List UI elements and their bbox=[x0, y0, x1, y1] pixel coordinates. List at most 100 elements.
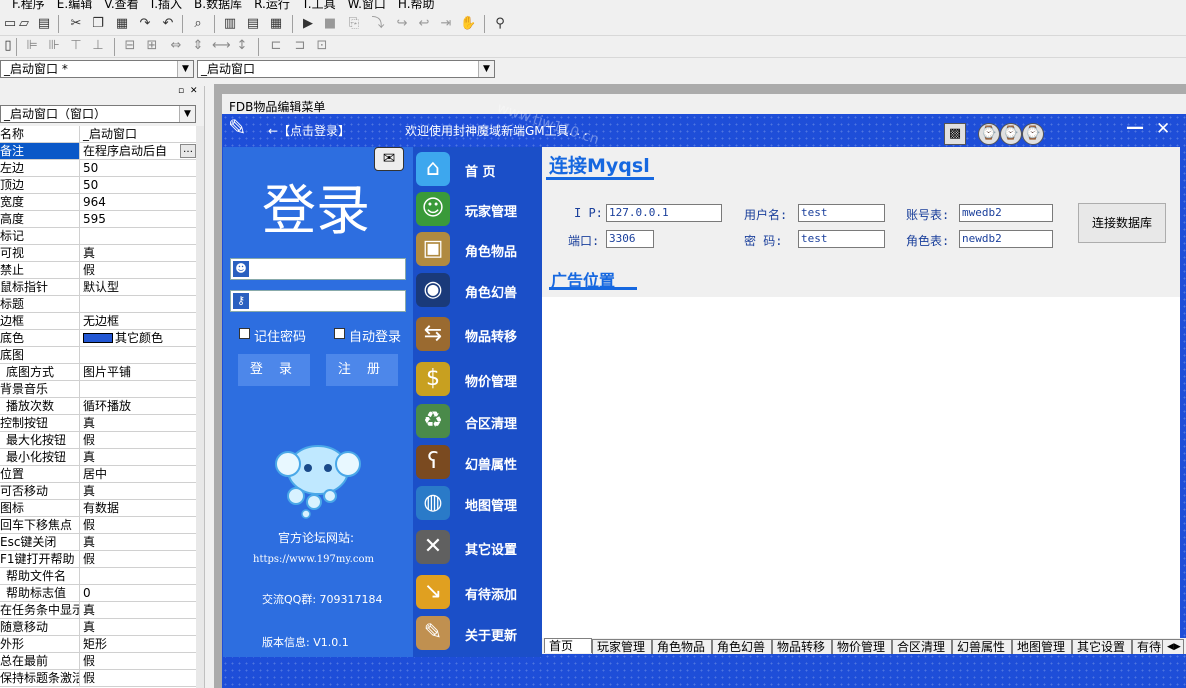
property-row[interactable]: 图标 有数据 bbox=[0, 500, 196, 517]
align-left-icon[interactable]: ⊫ bbox=[24, 38, 40, 54]
pin-icon[interactable]: ▫ bbox=[178, 86, 184, 96]
property-scrollbar[interactable] bbox=[196, 126, 204, 688]
property-row[interactable]: 底色 其它颜色 bbox=[0, 330, 196, 347]
username-input[interactable] bbox=[230, 258, 406, 280]
property-row[interactable]: 保持标题条激活假 bbox=[0, 670, 196, 687]
same-width-icon[interactable]: ⇔ bbox=[168, 38, 184, 54]
step-out-icon[interactable]: ↩ bbox=[416, 16, 432, 32]
property-row[interactable]: 名称 _启动窗口 bbox=[0, 126, 196, 143]
register-button[interactable]: 注 册 bbox=[326, 354, 398, 386]
ip-input[interactable]: 127.0.0.1 bbox=[606, 204, 722, 222]
property-row[interactable]: 随意移动真 bbox=[0, 619, 196, 636]
redo-icon[interactable]: ↷ bbox=[137, 16, 153, 32]
remember-password-checkbox[interactable] bbox=[239, 328, 250, 339]
property-row[interactable]: 禁止假 bbox=[0, 262, 196, 279]
account-table-input[interactable]: mwedb2 bbox=[959, 204, 1053, 222]
tab[interactable]: 角色幻兽 bbox=[712, 639, 772, 654]
property-row[interactable]: 可否移动真 bbox=[0, 483, 196, 500]
property-value[interactable]: 图片平铺 bbox=[80, 364, 196, 380]
property-row[interactable]: 最小化按钮真 bbox=[0, 449, 196, 466]
db-username-input[interactable]: test bbox=[798, 204, 885, 222]
property-value[interactable]: 假 bbox=[80, 670, 196, 686]
property-row[interactable]: 播放次数 循环播放 bbox=[0, 398, 196, 415]
menu-item[interactable]: T.工具 bbox=[302, 0, 336, 10]
nav-item[interactable]: ▣ 角色物品 bbox=[413, 230, 542, 270]
save-icon[interactable]: ▤ bbox=[36, 16, 52, 32]
property-row[interactable]: F1键打开帮助假 bbox=[0, 551, 196, 568]
property-row[interactable]: 背景音乐 bbox=[0, 381, 196, 398]
skin-button[interactable]: ▩ bbox=[944, 123, 966, 145]
property-value[interactable] bbox=[80, 568, 196, 584]
property-value[interactable]: 真 bbox=[80, 415, 196, 431]
property-value[interactable]: 假 bbox=[80, 653, 196, 669]
nav-item[interactable]: ♻ 合区清理 bbox=[413, 402, 542, 442]
align-bottom-icon[interactable]: ⊥ bbox=[90, 38, 106, 54]
property-row[interactable]: 标记 bbox=[0, 228, 196, 245]
property-value[interactable]: 真 bbox=[80, 534, 196, 550]
property-row[interactable]: 鼠标指针 默认型 bbox=[0, 279, 196, 296]
property-value[interactable]: 在程序启动后自… bbox=[80, 143, 196, 159]
close-icon[interactable]: ✕ bbox=[190, 86, 198, 96]
property-value[interactable]: 真 bbox=[80, 602, 196, 618]
stop-icon[interactable]: ■ bbox=[322, 16, 338, 32]
space-v-icon[interactable]: ↕ bbox=[234, 38, 250, 54]
property-row[interactable]: 总在最前假 bbox=[0, 653, 196, 670]
property-row[interactable]: 最大化按钮假 bbox=[0, 432, 196, 449]
property-value[interactable]: 真 bbox=[80, 483, 196, 499]
window-select-2[interactable]: _启动窗口 ▼ bbox=[197, 60, 495, 78]
property-value[interactable]: 居中 bbox=[80, 466, 196, 482]
menu-item[interactable]: V.查看 bbox=[104, 0, 138, 10]
property-value[interactable]: 真 bbox=[80, 619, 196, 635]
property-row[interactable]: 底图方式 图片平铺 bbox=[0, 364, 196, 381]
nav-item[interactable]: ʕ 幻兽属性 bbox=[413, 443, 542, 483]
binoculars-icon[interactable]: ⚲ bbox=[492, 16, 508, 32]
tab[interactable]: 物品转移 bbox=[772, 639, 832, 654]
nav-item[interactable]: ◉ 角色幻兽 bbox=[413, 271, 542, 311]
nav-item[interactable]: ✎ 关于更新 bbox=[413, 614, 542, 654]
property-row[interactable]: 顶边 50 bbox=[0, 177, 196, 194]
run-to-cursor-icon[interactable]: ⇥ bbox=[438, 16, 454, 32]
property-value[interactable]: 真 bbox=[80, 449, 196, 465]
property-row[interactable]: 宽度 964 bbox=[0, 194, 196, 211]
db-password-input[interactable]: test bbox=[798, 230, 885, 248]
property-value[interactable]: 其它颜色 bbox=[80, 330, 196, 346]
property-value[interactable] bbox=[80, 347, 196, 363]
menu-item[interactable]: B.数据库 bbox=[194, 0, 242, 10]
property-value[interactable]: 假 bbox=[80, 432, 196, 448]
nav-item[interactable]: ◍ 地图管理 bbox=[413, 484, 542, 524]
layout-icon[interactable]: ▤ bbox=[245, 16, 261, 32]
password-input[interactable] bbox=[230, 290, 406, 312]
center-window-icon[interactable]: ⊡ bbox=[314, 38, 330, 54]
property-value[interactable]: 0 bbox=[80, 585, 196, 601]
property-value[interactable]: 有数据 bbox=[80, 500, 196, 516]
panel-splitter[interactable] bbox=[204, 86, 214, 688]
login-link[interactable]: ←【点击登录】 bbox=[268, 122, 350, 139]
nav-item[interactable]: ☺ 玩家管理 bbox=[413, 190, 542, 230]
property-value[interactable] bbox=[80, 296, 196, 312]
property-row[interactable]: 边框 无边框 bbox=[0, 313, 196, 330]
property-row[interactable]: 备注 在程序启动后自… bbox=[0, 143, 196, 160]
align-top-icon[interactable]: ⊤ bbox=[68, 38, 84, 54]
undo-icon[interactable]: ↶ bbox=[160, 16, 176, 32]
login-button[interactable]: 登 录 bbox=[238, 354, 310, 386]
property-row[interactable]: Esc键关闭真 bbox=[0, 534, 196, 551]
menu-item[interactable]: I.插入 bbox=[151, 0, 182, 10]
tab[interactable]: 幻兽属性 bbox=[952, 639, 1012, 654]
page-icon[interactable]: ▯ bbox=[0, 38, 16, 54]
step-over-icon[interactable]: ↪ bbox=[394, 16, 410, 32]
property-row[interactable]: 位置 居中 bbox=[0, 466, 196, 483]
property-value[interactable]: 默认型 bbox=[80, 279, 196, 295]
property-row[interactable]: 回车下移焦点假 bbox=[0, 517, 196, 534]
property-row[interactable]: 外形 矩形 bbox=[0, 636, 196, 653]
property-value[interactable]: _启动窗口 bbox=[80, 126, 196, 142]
layout-icon[interactable]: ▥ bbox=[222, 16, 238, 32]
open-folder-icon[interactable]: ▱ bbox=[16, 16, 32, 32]
role-table-input[interactable]: newdb2 bbox=[959, 230, 1053, 248]
property-value[interactable]: 矩形 bbox=[80, 636, 196, 652]
minimize-button[interactable]: — bbox=[1126, 117, 1144, 138]
menu-item[interactable]: W.窗口 bbox=[348, 0, 386, 10]
property-row[interactable]: 可视真 bbox=[0, 245, 196, 262]
chevron-down-icon[interactable]: ▼ bbox=[179, 106, 195, 122]
close-button[interactable]: ✕ bbox=[1156, 119, 1170, 139]
property-value[interactable]: 循环播放 bbox=[80, 398, 196, 414]
